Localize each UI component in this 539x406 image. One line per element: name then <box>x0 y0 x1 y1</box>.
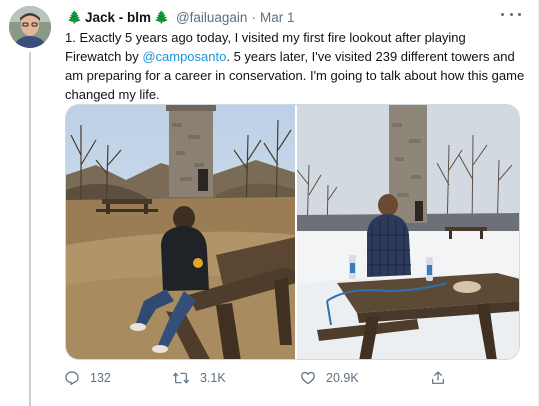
like-count: 20.9K <box>326 371 359 385</box>
retweet-button[interactable]: 3.1K <box>172 370 226 386</box>
mention-link[interactable]: @camposanto <box>142 49 226 64</box>
reply-icon <box>65 371 79 385</box>
media-grid <box>65 104 520 360</box>
photo-fall-lookout[interactable] <box>66 105 295 359</box>
retweet-icon <box>172 372 190 384</box>
tweet-actions: 132 3.1K 20.9K <box>64 370 484 390</box>
tweet-date[interactable]: Mar 1 <box>260 10 295 25</box>
tweet-header: 🌲 Jack - blm 🌲 @failuagain · Mar 1 <box>64 8 519 26</box>
thread-connector-line <box>29 52 31 406</box>
author-handle[interactable]: @failuagain <box>176 10 248 25</box>
more-options-icon[interactable] <box>501 6 521 22</box>
tree-emoji-left: 🌲 <box>67 10 82 24</box>
share-icon <box>432 371 444 384</box>
reply-count: 132 <box>90 371 111 385</box>
like-icon <box>301 371 315 385</box>
photo-winter-lookout[interactable] <box>296 105 519 359</box>
avatar[interactable] <box>9 6 51 48</box>
like-button[interactable]: 20.9K <box>300 370 359 386</box>
author-name[interactable]: Jack - blm <box>85 10 151 25</box>
tree-emoji-right: 🌲 <box>153 10 169 24</box>
separator-dot: · <box>251 9 256 25</box>
reply-button[interactable]: 132 <box>64 370 111 386</box>
retweet-count: 3.1K <box>200 371 226 385</box>
author-name-group[interactable]: 🌲 Jack - blm 🌲 <box>64 10 172 25</box>
tweet-text: 1. Exactly 5 years ago today, I visited … <box>65 28 525 104</box>
share-button[interactable] <box>430 370 456 386</box>
